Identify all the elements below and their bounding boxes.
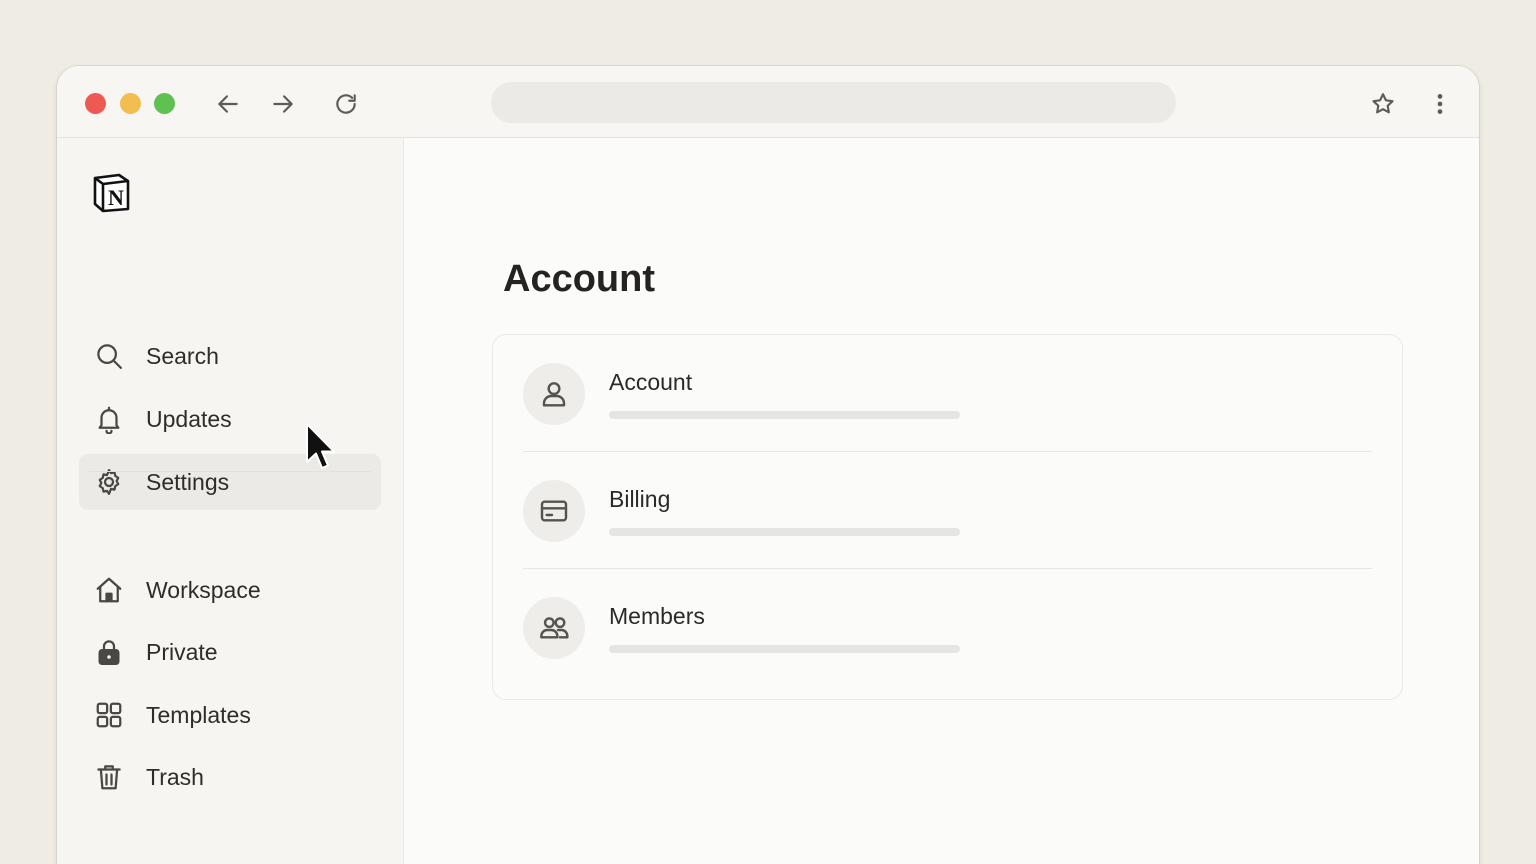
placeholder-bar [609,411,960,419]
sidebar-item-label: Settings [146,468,230,495]
user-icon [523,363,585,425]
grid-icon [94,700,124,730]
reload-icon [336,94,356,114]
star-icon [1372,93,1394,114]
forward-arrow-icon [273,95,293,113]
address-bar[interactable] [491,82,1176,123]
settings-row-title: Account [609,369,693,395]
sidebar-item-private[interactable]: Private [79,624,381,680]
bookmark-button[interactable] [1367,88,1399,120]
sidebar-item-templates[interactable]: Templates [79,687,381,743]
browser-menu-button[interactable] [1424,88,1456,120]
mouse-cursor-icon [306,423,335,469]
settings-card: Account Billing Members [492,334,1403,700]
sidebar-item-search[interactable]: Search [79,328,381,384]
placeholder-bar [609,528,960,536]
notion-logo[interactable]: N [89,170,133,214]
maximize-window-button[interactable] [154,93,175,114]
credit-card-icon [523,480,585,542]
minimize-window-button[interactable] [120,93,141,114]
page-title: Account [503,258,655,300]
main-content: Account Account Billing Members [405,138,1479,864]
search-icon [94,341,124,371]
bell-icon [94,404,124,434]
settings-row-account[interactable]: Account [523,335,1373,451]
placeholder-bar [609,645,960,653]
home-icon [94,575,124,605]
lock-icon [94,637,124,667]
settings-row-members[interactable]: Members [523,569,1373,685]
svg-text:N: N [108,185,124,210]
sidebar-item-label: Search [146,342,219,369]
sidebar-item-label: Templates [146,701,251,728]
sidebar-item-label: Private [146,638,218,665]
sidebar-item-trash[interactable]: Trash [79,749,381,805]
settings-row-billing[interactable]: Billing [523,452,1373,568]
back-arrow-icon [218,95,238,113]
browser-window: N Search Updates Settings Workspace Priv… [57,66,1479,864]
reload-button[interactable] [330,88,362,120]
forward-button[interactable] [267,88,299,120]
sidebar-item-label: Workspace [146,576,261,603]
close-window-button[interactable] [85,93,106,114]
sidebar-item-label: Updates [146,405,232,432]
browser-toolbar [57,66,1479,138]
settings-row-title: Members [609,603,705,629]
kebab-menu-icon [1437,94,1443,114]
trash-icon [94,762,124,792]
users-icon [523,597,585,659]
sidebar: N Search Updates Settings Workspace Priv… [57,138,404,864]
sidebar-item-workspace[interactable]: Workspace [79,562,381,618]
settings-row-title: Billing [609,486,671,512]
sidebar-item-label: Trash [146,763,204,790]
back-button[interactable] [212,88,244,120]
